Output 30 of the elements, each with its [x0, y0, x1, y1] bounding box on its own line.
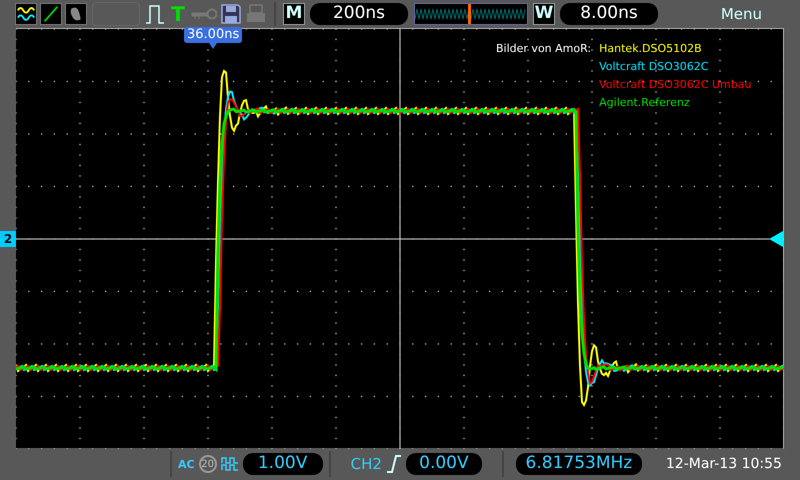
bandwidth-limit-badge: 20: [198, 455, 217, 473]
persistence-icon[interactable]: [65, 3, 87, 25]
menu-button[interactable]: Menu: [720, 2, 762, 26]
window-button[interactable]: W: [533, 3, 555, 25]
frequency-value: 6.81753MHz: [516, 453, 642, 475]
trigger-level-value: 0.00V: [406, 453, 482, 475]
legend-entry: Agilent.Referenz: [599, 95, 691, 111]
timebase-value: 200ns: [310, 3, 408, 25]
coupling-label: AC: [178, 458, 195, 470]
trigger-letter: T: [170, 1, 186, 28]
legend-entry: Voltcraft DSO3062C: [599, 59, 710, 75]
legend-entry: Voltcraft DSO3062C Umbau: [599, 77, 752, 93]
legend-entry: Hantek.DSO5102B: [599, 41, 703, 57]
pulse-icon: [145, 3, 165, 25]
key-icon: [191, 7, 217, 21]
mode-button[interactable]: M: [283, 3, 305, 25]
trigger-level-icon: [769, 231, 783, 247]
date-time: 12-Mar-13 10:55: [666, 454, 782, 474]
window-time-value: 8.00ns: [560, 3, 658, 25]
trigger-source-label: CH2: [350, 454, 382, 475]
channel-marker: 2: [0, 231, 16, 247]
save-icon[interactable]: [220, 3, 242, 25]
probe-icon: [220, 456, 239, 472]
window-overview[interactable]: [414, 3, 528, 25]
volts-per-div-value: 1.00V: [242, 453, 323, 475]
window-marker[interactable]: [468, 4, 471, 24]
channels-icon[interactable]: [15, 3, 37, 25]
rising-edge-icon: [386, 455, 402, 473]
legend-title: Bilder von AmoR:: [496, 41, 592, 57]
trigger-pointer-icon: [209, 43, 218, 49]
